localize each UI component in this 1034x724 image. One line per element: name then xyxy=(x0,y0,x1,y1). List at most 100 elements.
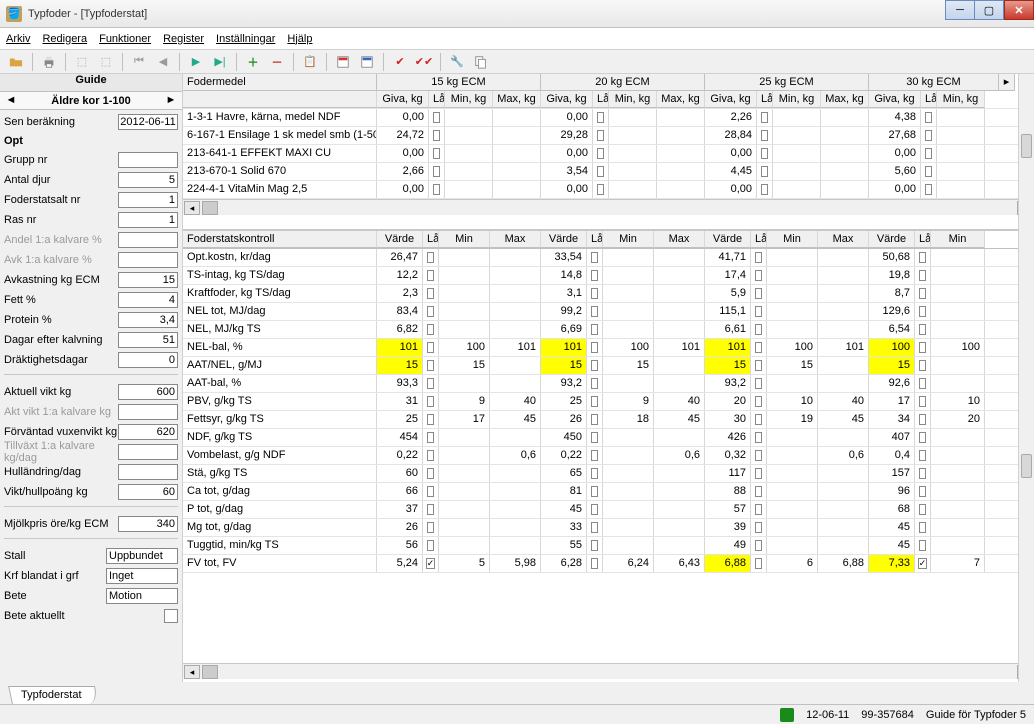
ctrl-row[interactable]: Vombelast, g/g NDF0,220,60,220,60,320,60… xyxy=(183,447,1034,465)
ctrl-value[interactable] xyxy=(654,429,705,446)
ctrl-value[interactable]: 26 xyxy=(377,519,423,536)
ctrl-lock-checkbox[interactable] xyxy=(751,357,767,374)
ctrl-value[interactable] xyxy=(654,519,705,536)
feed-value[interactable]: 3,54 xyxy=(541,163,593,180)
ctrl-value[interactable]: 50,68 xyxy=(869,249,915,266)
ctrl-value[interactable]: 101 xyxy=(705,339,751,356)
ctrl-value[interactable]: 15 xyxy=(439,357,490,374)
ctrl-value[interactable]: 17,4 xyxy=(705,267,751,284)
ctrl-value[interactable] xyxy=(654,267,705,284)
ctrl-lock-checkbox[interactable] xyxy=(915,393,931,410)
ctrl-lock-checkbox[interactable] xyxy=(423,447,439,464)
ctrl-value[interactable]: 6,82 xyxy=(377,321,423,338)
ctrl-lock-checkbox[interactable] xyxy=(751,411,767,428)
ctrl-value[interactable] xyxy=(818,267,869,284)
check-icon[interactable]: ✔ xyxy=(390,52,410,72)
feed-row[interactable]: 224-4-1 VitaMin Mag 2,50,000,000,000,00 xyxy=(183,181,1034,199)
ctrl-value[interactable] xyxy=(767,537,818,554)
feed-lock-checkbox[interactable] xyxy=(593,145,609,162)
ctrl-value[interactable] xyxy=(603,285,654,302)
feed-value[interactable]: 24,72 xyxy=(377,127,429,144)
ctrl-value[interactable] xyxy=(818,375,869,392)
ctrl-value[interactable]: 39 xyxy=(705,519,751,536)
ctrl-lock-checkbox[interactable] xyxy=(587,465,603,482)
remove-icon[interactable]: － xyxy=(267,52,287,72)
ctrl-value[interactable] xyxy=(654,321,705,338)
ctrl-value[interactable] xyxy=(818,465,869,482)
ctrl-value[interactable]: 96 xyxy=(869,483,915,500)
ctrl-lock-checkbox[interactable] xyxy=(423,285,439,302)
ctrl-value[interactable]: 20 xyxy=(705,393,751,410)
ctrl-lock-checkbox[interactable] xyxy=(751,285,767,302)
ctrl-value[interactable] xyxy=(439,321,490,338)
ctrl-value[interactable] xyxy=(490,357,541,374)
ctrl-value[interactable]: 5,9 xyxy=(705,285,751,302)
ctrl-lock-checkbox[interactable]: ✓ xyxy=(423,555,439,572)
ctrl-value[interactable] xyxy=(490,537,541,554)
ctrl-lock-checkbox[interactable] xyxy=(587,501,603,518)
feed-value[interactable]: 0,00 xyxy=(705,181,757,198)
ctrl-value[interactable]: 19 xyxy=(767,411,818,428)
ctrl-value[interactable] xyxy=(490,501,541,518)
ctrl-value[interactable]: 0,22 xyxy=(377,447,423,464)
window-minimize-button[interactable]: ─ xyxy=(945,0,975,20)
ctrl-lock-checkbox[interactable] xyxy=(587,375,603,392)
guide-field-input[interactable] xyxy=(106,548,178,564)
ctrl-value[interactable] xyxy=(767,303,818,320)
open-icon[interactable] xyxy=(6,52,26,72)
ctrl-value[interactable] xyxy=(931,375,985,392)
feed-lock-checkbox[interactable] xyxy=(757,127,773,144)
ctrl-value[interactable] xyxy=(439,249,490,266)
menu-hjalp[interactable]: Hjälp xyxy=(287,33,312,45)
ctrl-value[interactable] xyxy=(603,501,654,518)
ctrl-lock-checkbox[interactable] xyxy=(751,555,767,572)
ctrl-value[interactable]: 40 xyxy=(490,393,541,410)
feed-lock-checkbox[interactable] xyxy=(757,109,773,126)
feed-value[interactable]: 0,00 xyxy=(869,145,921,162)
ctrl-value[interactable] xyxy=(767,249,818,266)
guide-field-input[interactable] xyxy=(118,352,178,368)
feed-lock-checkbox[interactable] xyxy=(757,181,773,198)
ctrl-value[interactable]: 93,3 xyxy=(377,375,423,392)
ctrl-value[interactable] xyxy=(818,321,869,338)
feed-value[interactable]: 5,60 xyxy=(869,163,921,180)
ctrl-value[interactable]: 6,69 xyxy=(541,321,587,338)
ctrl-value[interactable] xyxy=(931,447,985,464)
ctrl-lock-checkbox[interactable] xyxy=(587,357,603,374)
ctrl-value[interactable]: 6,54 xyxy=(869,321,915,338)
ctrl-lock-checkbox[interactable] xyxy=(751,483,767,500)
guide-field-input[interactable] xyxy=(118,516,178,532)
ctrl-value[interactable]: 68 xyxy=(869,501,915,518)
ctrl-value[interactable] xyxy=(603,465,654,482)
scroll-thumb[interactable] xyxy=(202,201,218,215)
ctrl-lock-checkbox[interactable] xyxy=(587,483,603,500)
feed-lock-checkbox[interactable] xyxy=(921,109,937,126)
window-close-button[interactable]: ✕ xyxy=(1004,0,1034,20)
ctrl-value[interactable] xyxy=(767,465,818,482)
guide-field-input[interactable] xyxy=(106,568,178,584)
ctrl-row[interactable]: TS-intag, kg TS/dag12,214,817,419,8 xyxy=(183,267,1034,285)
ctrl-value[interactable]: 31 xyxy=(377,393,423,410)
feed-lock-checkbox[interactable] xyxy=(593,181,609,198)
ctrl-lock-checkbox[interactable] xyxy=(751,501,767,518)
ctrl-value[interactable]: 0,6 xyxy=(818,447,869,464)
ctrl-value[interactable] xyxy=(818,429,869,446)
ctrl-value[interactable] xyxy=(490,267,541,284)
ctrl-lock-checkbox[interactable] xyxy=(915,375,931,392)
ctrl-lock-checkbox[interactable]: ✓ xyxy=(915,555,931,572)
document-tab[interactable]: Typfoderstat xyxy=(8,686,98,704)
ctrl-lock-checkbox[interactable] xyxy=(915,285,931,302)
ctrl-lock-checkbox[interactable] xyxy=(587,303,603,320)
feed-lock-checkbox[interactable] xyxy=(429,163,445,180)
feed-hscroll[interactable]: ◂ ▸ xyxy=(183,199,1034,215)
ctrl-value[interactable]: 2,3 xyxy=(377,285,423,302)
ctrl-lock-checkbox[interactable] xyxy=(751,465,767,482)
ctrl-lock-checkbox[interactable] xyxy=(915,429,931,446)
calc2-icon[interactable] xyxy=(357,52,377,72)
ctrl-value[interactable] xyxy=(818,249,869,266)
ctrl-row[interactable]: NEL tot, MJ/dag83,499,2115,1129,6 xyxy=(183,303,1034,321)
ctrl-value[interactable] xyxy=(603,249,654,266)
ctrl-value[interactable]: 93,2 xyxy=(541,375,587,392)
ctrl-row[interactable]: FV tot, FV5,24✓55,986,286,246,436,8866,8… xyxy=(183,555,1034,573)
ctrl-value[interactable]: 12,2 xyxy=(377,267,423,284)
